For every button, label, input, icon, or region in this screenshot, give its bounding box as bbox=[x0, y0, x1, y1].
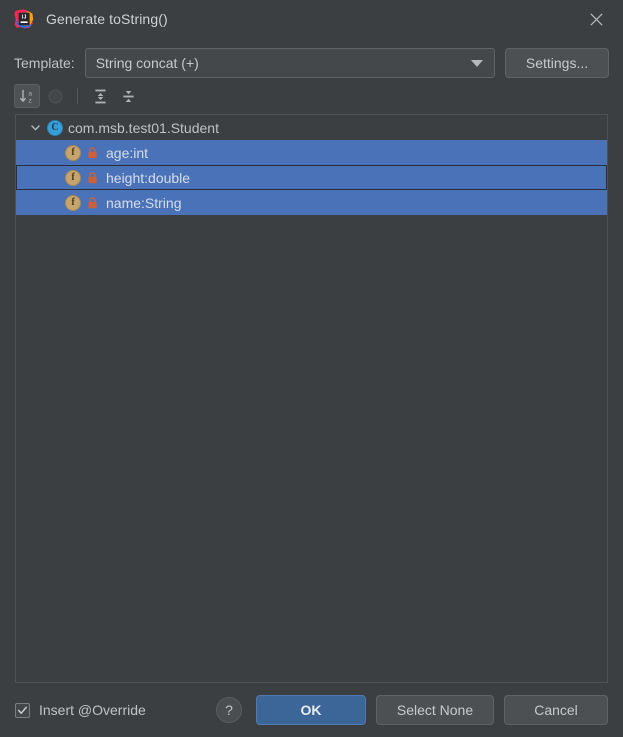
toolbar-separator bbox=[77, 88, 78, 104]
collapse-all-button[interactable] bbox=[115, 84, 141, 108]
svg-text:IJ: IJ bbox=[22, 15, 27, 21]
members-tree-panel[interactable]: C com.msb.test01.Student f age:int f hei… bbox=[15, 114, 608, 683]
tree-node-field-label: name:String bbox=[106, 194, 182, 211]
tree-node-field-name[interactable]: f name:String bbox=[16, 190, 607, 215]
checkmark-icon bbox=[15, 702, 30, 718]
lock-icon bbox=[86, 171, 99, 185]
template-combobox[interactable]: String concat (+) bbox=[84, 48, 495, 78]
dialog-button-group: ? OK Select None Cancel bbox=[216, 695, 608, 725]
field-icon: f bbox=[65, 194, 81, 211]
class-icon: C bbox=[47, 119, 63, 136]
intellij-idea-logo-icon: IJ bbox=[14, 9, 34, 29]
svg-text:a: a bbox=[28, 90, 32, 97]
sort-by-kind-button: c bbox=[42, 84, 68, 108]
generate-tostring-dialog: IJ Generate toString() Template: String … bbox=[0, 0, 623, 737]
field-icon: f bbox=[65, 144, 81, 161]
template-combobox-value: String concat (+) bbox=[95, 55, 199, 71]
tree-node-field-label: height:double bbox=[106, 169, 191, 186]
select-none-button[interactable]: Select None bbox=[376, 695, 494, 725]
template-row: Template: String concat (+) Settings... bbox=[0, 38, 623, 80]
tree-node-class[interactable]: C com.msb.test01.Student bbox=[16, 115, 607, 140]
settings-button[interactable]: Settings... bbox=[505, 48, 609, 78]
tree-node-field-height[interactable]: f height:double bbox=[16, 165, 607, 190]
tree-toolbar: a z c bbox=[0, 80, 623, 112]
tree-node-field-age[interactable]: f age:int bbox=[16, 140, 607, 165]
expand-all-button[interactable] bbox=[87, 84, 113, 108]
template-label: Template: bbox=[14, 55, 75, 71]
field-icon: f bbox=[65, 169, 81, 186]
insert-override-checkbox[interactable]: Insert @Override bbox=[15, 702, 146, 718]
chevron-down-icon[interactable] bbox=[27, 120, 43, 136]
lock-icon bbox=[86, 146, 99, 160]
tree-node-field-label: age:int bbox=[106, 144, 149, 161]
lock-icon bbox=[86, 196, 99, 210]
sort-alphabetically-button[interactable]: a z bbox=[14, 84, 40, 108]
svg-text:c: c bbox=[53, 92, 57, 101]
tree-node-class-label: com.msb.test01.Student bbox=[68, 119, 219, 136]
cancel-button[interactable]: Cancel bbox=[504, 695, 608, 725]
ok-button[interactable]: OK bbox=[256, 695, 366, 725]
svg-text:z: z bbox=[28, 97, 31, 104]
insert-override-label: Insert @Override bbox=[39, 702, 146, 718]
title-bar: IJ Generate toString() bbox=[0, 0, 623, 38]
close-icon[interactable] bbox=[581, 4, 611, 34]
dialog-footer: Insert @Override ? OK Select None Cancel bbox=[0, 683, 623, 737]
help-button[interactable]: ? bbox=[216, 697, 242, 723]
chevron-down-icon bbox=[471, 59, 483, 67]
dialog-title: Generate toString() bbox=[46, 11, 168, 27]
